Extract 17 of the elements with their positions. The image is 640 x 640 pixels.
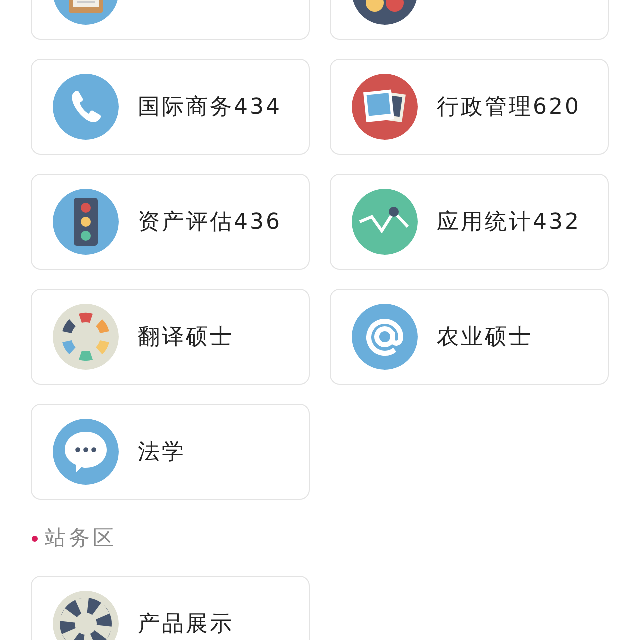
section-title: 站务区 <box>45 525 117 552</box>
card-label: 法学 <box>138 439 186 467</box>
card-label: 产品展示 <box>138 611 234 639</box>
card-label: 农业硕士 <box>437 324 533 352</box>
card-label: 应用统计432 <box>437 209 581 237</box>
category-card[interactable]: 应用统计432 <box>330 174 609 270</box>
card-label: 资产评估436 <box>138 209 282 237</box>
category-card[interactable]: 翻译硕士 <box>31 289 310 385</box>
card-label: 翻译硕士 <box>138 324 234 352</box>
card-label: 行政管理620 <box>437 94 581 122</box>
category-card[interactable]: 国际商务434 <box>31 59 310 155</box>
category-card[interactable]: 行政管理620 <box>330 59 609 155</box>
category-card[interactable]: 法学 <box>31 404 310 500</box>
card-label: 国际商务434 <box>138 94 282 122</box>
category-card[interactable]: 产品展示 <box>31 576 310 640</box>
category-card[interactable]: 农业硕士 <box>330 289 609 385</box>
category-card[interactable]: 资产评估436 <box>31 174 310 270</box>
